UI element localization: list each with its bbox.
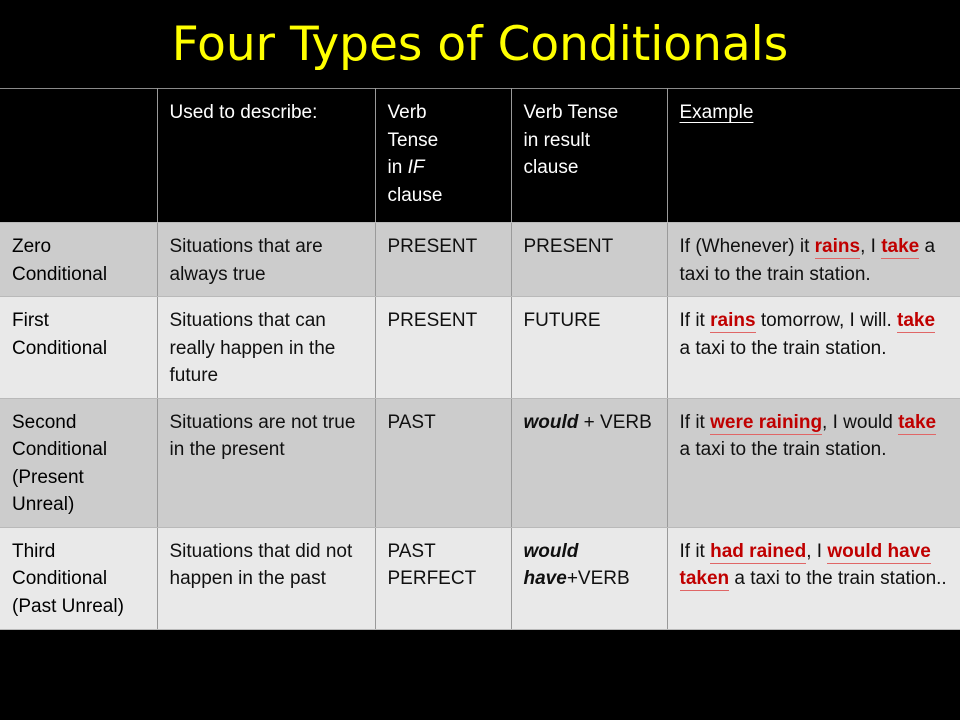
row-tense-result-cell: PRESENT	[511, 222, 668, 298]
row-example-cell: If it had rained, I would have taken a t…	[667, 527, 960, 630]
row-label-cell: Second Conditional (Present Unreal)	[0, 398, 158, 528]
example-highlight: take	[897, 310, 936, 334]
row-example-cell: If it rains tomorrow, I will. take a tax…	[667, 296, 960, 399]
example-text: a taxi to the train station.	[679, 337, 887, 359]
example-highlight: were raining	[710, 411, 823, 435]
row-tense-result-verb: FUTURE	[523, 310, 601, 332]
header-example-label: Example	[679, 102, 754, 123]
example-text: , I	[806, 540, 828, 562]
slide: Four Types of Conditionals Used to descr…	[0, 0, 960, 720]
example-highlight: take	[898, 411, 937, 435]
bottom-strip	[0, 629, 960, 634]
row-label-cell: Third Conditional (Past Unreal)	[0, 527, 158, 630]
row-describe-cell: Situations that are always true	[157, 222, 376, 298]
row-label-line: Zero	[12, 236, 52, 257]
title-bar: Four Types of Conditionals	[0, 0, 960, 88]
row-label-line: Conditional	[12, 263, 108, 285]
table-header-row: Used to describe: Verb Tense in IF claus…	[0, 88, 960, 223]
header-verb-tense-result: Verb Tense in result clause	[511, 88, 668, 223]
header-if-prefix: in	[387, 157, 408, 179]
table-body: Zero Conditional Situations that are alway…	[0, 222, 960, 630]
header-corner	[0, 88, 158, 223]
row-label-line: First	[12, 310, 49, 332]
row-label-cell: Zero Conditional	[0, 222, 158, 298]
table-row: First Conditional Situations that can real…	[0, 296, 960, 399]
header-used-to-describe: Used to describe:	[157, 88, 376, 223]
header-verb-tense-if: Verb Tense in IF clause	[375, 88, 512, 223]
row-example-cell: If it were raining, I would take a taxi …	[667, 398, 960, 528]
row-describe-cell: Situations are not true in the present	[157, 398, 376, 528]
row-tense-result-cell: FUTURE	[511, 296, 668, 399]
example-text: a taxi to the train station..	[729, 568, 947, 590]
row-label-line: Conditional	[12, 439, 108, 461]
table-row: Zero Conditional Situations that are alway…	[0, 222, 960, 298]
row-tense-if-cell: PAST PERFECT	[375, 527, 512, 630]
row-example-cell: If (Whenever) it rains, I take a taxi to…	[667, 222, 960, 298]
row-tense-if-cell: PRESENT	[375, 296, 512, 399]
row-label-line: Second	[12, 411, 77, 433]
example-text: If it	[679, 540, 711, 562]
header-verb-tense-result-line2: in result	[523, 129, 591, 151]
header-verb-tense-if-line3: in IF	[388, 154, 500, 182]
row-label-line: Conditional	[12, 568, 108, 590]
example-text: tomorrow, I will.	[755, 310, 898, 332]
row-label-cell: First Conditional	[0, 296, 158, 399]
row-label-line: Conditional	[12, 337, 108, 359]
example-highlight: take	[881, 236, 920, 259]
example-highlight: rains	[814, 236, 861, 259]
example-text: , I would	[822, 411, 899, 433]
row-describe-cell: Situations that did not happen in the pa…	[157, 527, 376, 630]
header-verb-tense-result-line3: clause	[523, 157, 579, 179]
row-tense-result-verb: PRESENT	[523, 236, 614, 257]
header-verb-tense-if-line1: Verb	[387, 102, 427, 123]
row-tense-if-cell: PAST	[375, 398, 512, 528]
table-row: Second Conditional (Present Unreal) Situati…	[0, 398, 960, 528]
header-verb-tense-if-line2: Tense	[387, 129, 439, 151]
row-tense-result-cell: would have+VERB	[511, 527, 668, 630]
example-text: If it	[679, 411, 711, 433]
example-text: If it	[679, 310, 711, 332]
page-title: Four Types of Conditionals	[171, 16, 789, 72]
example-text: , I	[860, 236, 882, 257]
header-verb-tense-result-line1: Verb Tense	[523, 102, 619, 123]
row-label-line: (Past Unreal)	[12, 596, 124, 618]
example-highlight: had rained	[710, 540, 807, 564]
example-text: a taxi to the train station.	[679, 439, 887, 461]
row-tense-if-cell: PRESENT	[375, 222, 512, 298]
row-describe-cell: Situations that can really happen in the…	[157, 296, 376, 399]
table-row: Third Conditional (Past Unreal) Situations …	[0, 527, 960, 630]
row-tense-result-verb: + VERB	[578, 411, 652, 433]
row-tense-result-modal: would	[523, 411, 579, 433]
row-label-line: (Present Unreal)	[12, 466, 84, 516]
example-highlight: rains	[710, 310, 756, 334]
row-label-line: Third	[12, 540, 56, 562]
header-if-keyword: IF	[407, 157, 425, 179]
conditionals-table: Used to describe: Verb Tense in IF claus…	[0, 88, 960, 630]
example-text: If (Whenever) it	[679, 236, 815, 257]
header-example: Example	[667, 88, 960, 223]
row-tense-result-cell: would + VERB	[511, 398, 668, 528]
row-tense-result-verb: +VERB	[566, 568, 630, 590]
header-verb-tense-if-line4: clause	[387, 184, 443, 206]
